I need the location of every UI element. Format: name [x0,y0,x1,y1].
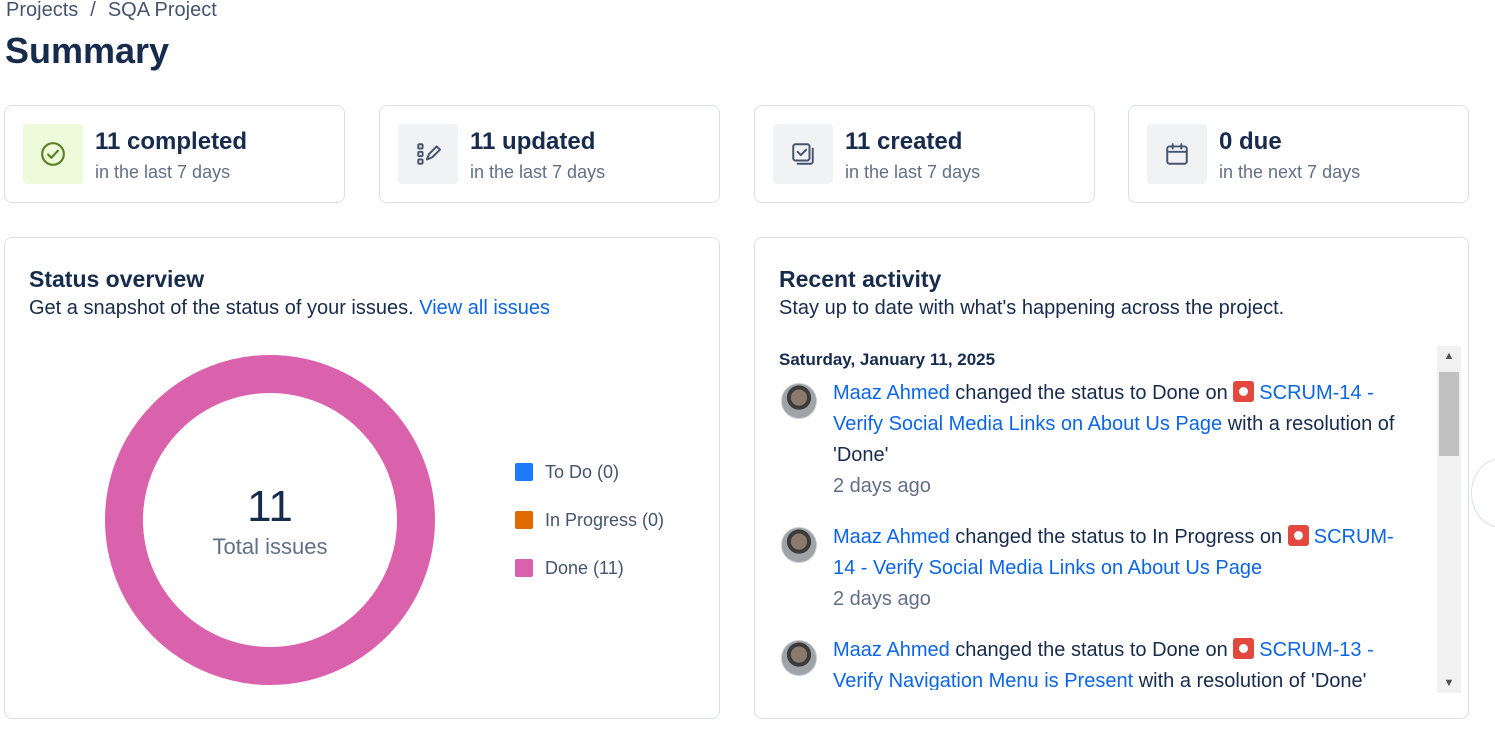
breadcrumb-separator: / [90,0,96,21]
calendar-icon [1147,124,1207,184]
stat-title: 0 due [1219,128,1282,155]
activity-time: 2 days ago [833,475,931,497]
legend-label: Done (11) [545,557,624,578]
edit-list-icon [398,124,458,184]
recent-activity-description: Stay up to date with what's happening ac… [779,297,1285,319]
activity-feed[interactable]: Maaz Ahmed changed the status to Done on… [779,378,1435,690]
stat-card-due[interactable]: 0 due in the next 7 days [1128,105,1469,203]
user-link[interactable]: Maaz Ahmed [833,639,950,661]
bug-icon [1287,525,1309,546]
activity-action: changed the status to Done on [955,639,1228,661]
legend-swatch [515,463,533,481]
scroll-down-icon[interactable]: ▼ [1437,673,1461,693]
avatar[interactable] [781,527,817,563]
status-donut-chart[interactable]: 11 Total issues [105,355,435,685]
bug-icon [1233,381,1255,402]
legend-item-todo[interactable]: To Do (0) [515,460,664,484]
recent-activity-panel: Recent activity Stay up to date with wha… [754,237,1469,719]
legend-item-done[interactable]: Done (11) [515,556,664,580]
created-copy-icon [773,124,833,184]
stat-title: 11 updated [470,128,596,155]
activity-suffix: with a resolution of 'Done' [1138,670,1367,690]
user-link[interactable]: Maaz Ahmed [833,382,950,404]
recent-activity-title: Recent activity [779,266,942,292]
activity-item: Maaz Ahmed changed the status to In Prog… [779,522,1399,615]
stat-card-created[interactable]: 11 created in the last 7 days [754,105,1095,203]
status-overview-panel: Status overview Get a snapshot of the st… [4,237,720,719]
check-circle-icon [23,124,83,184]
legend-label: In Progress (0) [545,509,665,530]
stat-subtitle: in the next 7 days [1219,162,1361,182]
avatar[interactable] [781,383,817,419]
help-button[interactable]: ​ [1471,458,1495,528]
view-all-issues-link[interactable]: View all issues [419,297,550,319]
activity-action: changed the status to Done on [955,382,1228,404]
activity-date-heading: Saturday, January 11, 2025 [779,350,996,369]
stat-card-updated[interactable]: 11 updated in the last 7 days [379,105,720,203]
activity-item: Maaz Ahmed changed the status to Done on… [779,378,1399,502]
legend-swatch [515,511,533,529]
legend-swatch [515,559,533,577]
activity-item: Maaz Ahmed changed the status to Done on… [779,635,1399,690]
stat-subtitle: in the last 7 days [470,162,606,182]
total-issues-count: 11 [247,482,293,531]
scroll-up-icon[interactable]: ▲ [1437,346,1461,366]
activity-time: 2 days ago [833,588,931,610]
bug-icon [1233,638,1255,659]
breadcrumb: Projects / SQA Project [6,0,217,22]
status-legend: To Do (0) In Progress (0) Done (11) [515,460,664,604]
activity-scrollbar[interactable]: ▲ ▼ [1437,346,1461,693]
stat-subtitle: in the last 7 days [95,162,231,182]
legend-item-in-progress[interactable]: In Progress (0) [515,508,664,532]
page-title: Summary [5,30,170,71]
status-overview-text: Get a snapshot of the status of your iss… [29,297,414,319]
breadcrumb-project-link[interactable]: SQA Project [108,0,217,22]
breadcrumb-projects-link[interactable]: Projects [6,0,78,22]
legend-label: To Do (0) [545,461,620,482]
avatar[interactable] [781,640,817,676]
total-issues-label: Total issues [213,534,328,559]
stat-card-completed[interactable]: 11 completed in the last 7 days [4,105,345,203]
stat-title: 11 completed [95,128,248,155]
activity-action: changed the status to In Progress on [955,526,1283,548]
stat-subtitle: in the last 7 days [845,162,981,182]
status-overview-title: Status overview [29,266,205,292]
scrollbar-thumb[interactable] [1439,372,1459,456]
user-link[interactable]: Maaz Ahmed [833,526,950,548]
status-overview-description: Get a snapshot of the status of your iss… [29,297,550,320]
stat-title: 11 created [845,128,963,155]
